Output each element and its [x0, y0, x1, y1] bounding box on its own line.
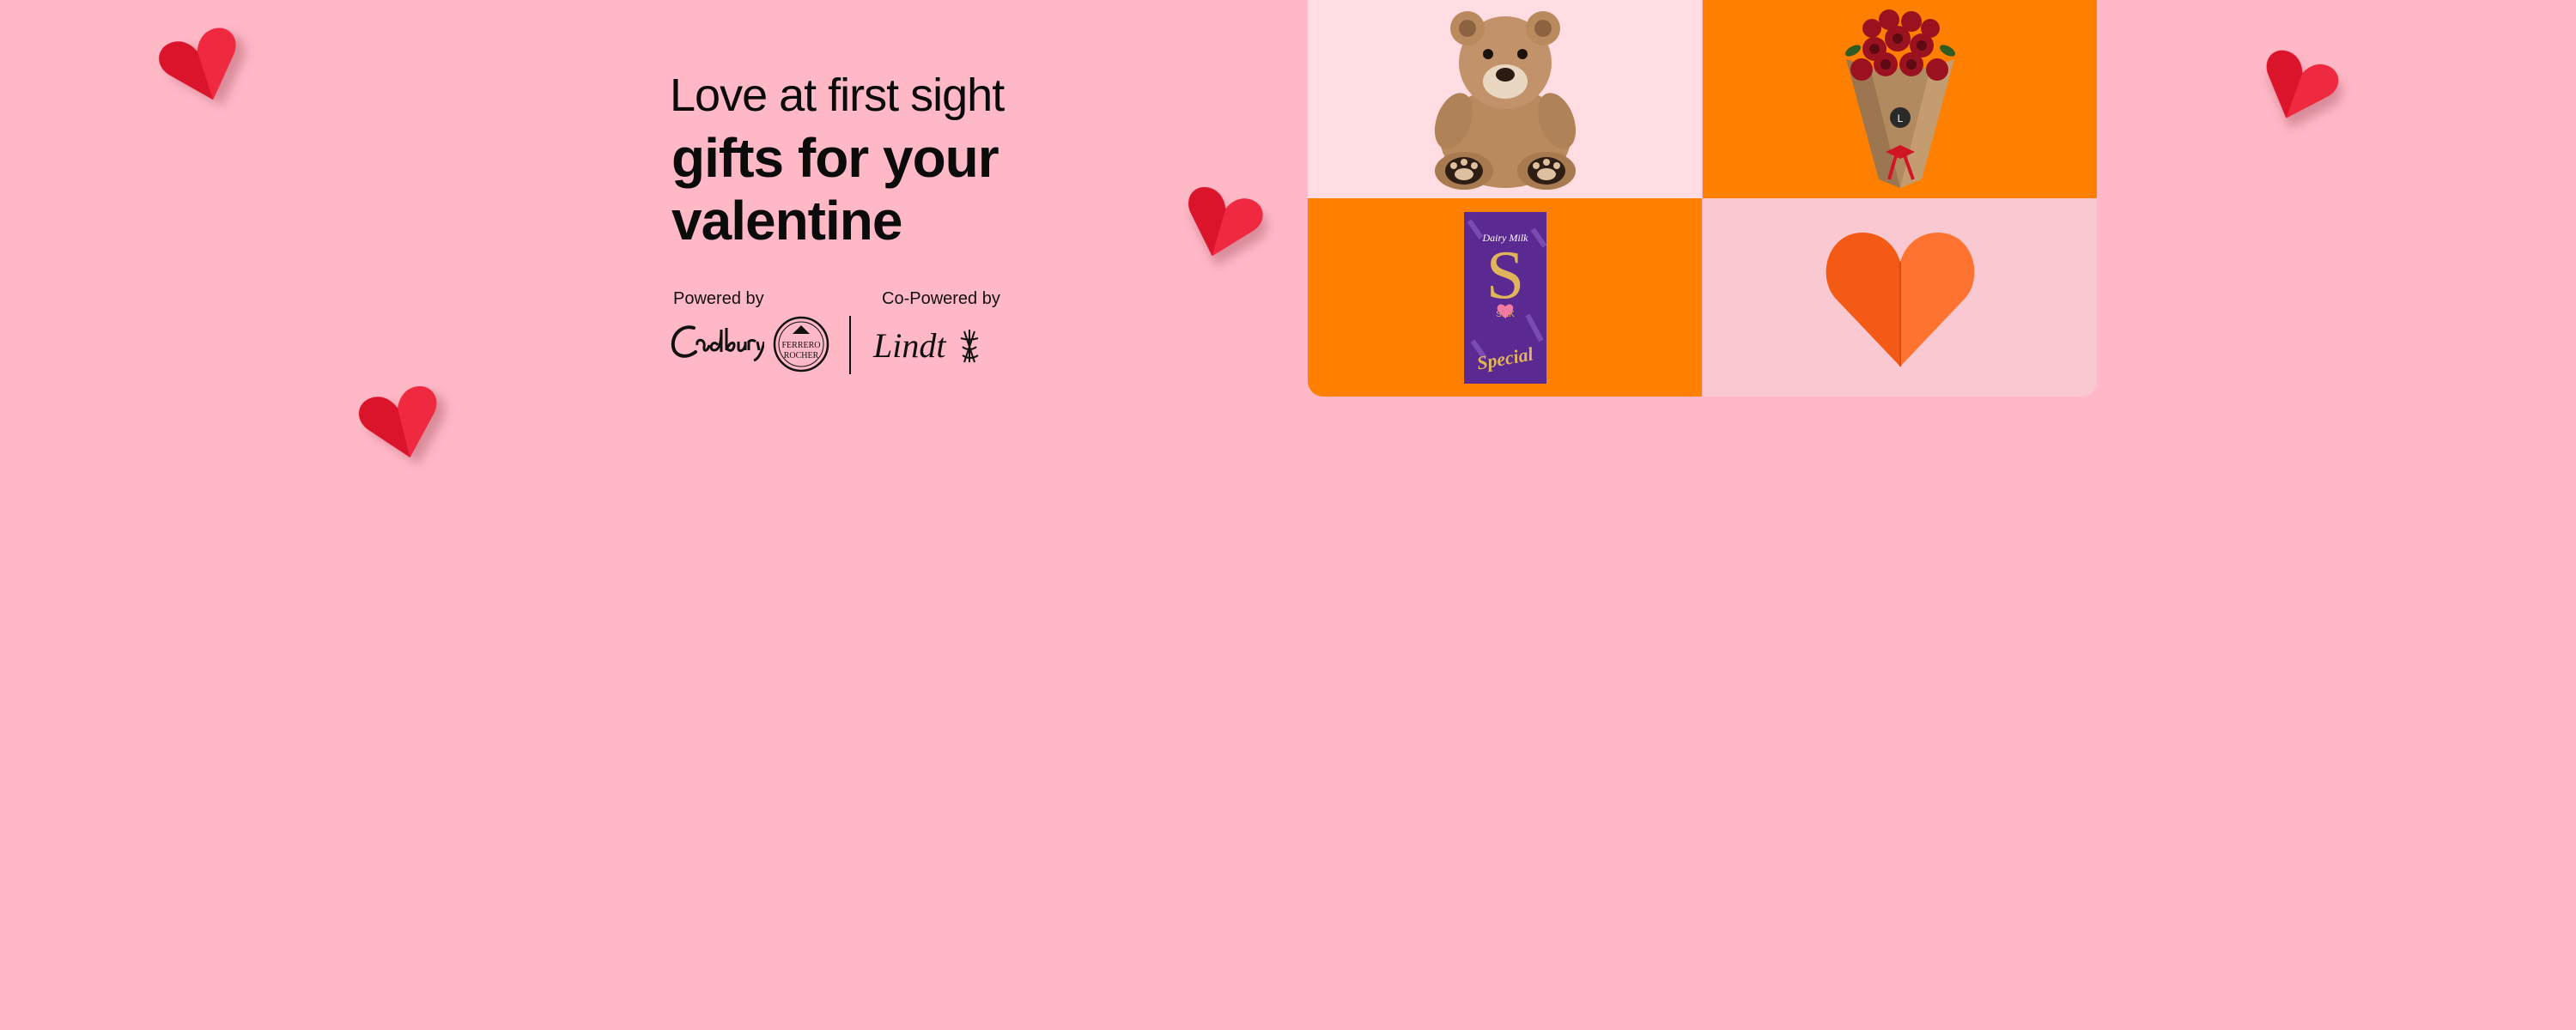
decor-heart-icon	[159, 27, 244, 105]
svg-text:ROCHER: ROCHER	[784, 351, 819, 360]
svg-text:L: L	[1897, 112, 1903, 124]
chocolate-bar-image: Dairy Milk S SILK Special	[1463, 211, 1546, 384]
tile-rose-bouquet[interactable]: L	[1703, 0, 2097, 198]
svg-text:Lindt: Lindt	[872, 326, 946, 365]
teddy-bear-image	[1434, 10, 1576, 190]
orange-heart-icon	[1826, 232, 1974, 367]
co-powered-by-label: Co-Powered by	[882, 289, 1000, 308]
tile-teddy-bear[interactable]	[1308, 0, 1702, 198]
powered-by-label: Powered by	[673, 289, 764, 308]
brand-divider	[849, 316, 851, 374]
tile-chocolate[interactable]: Dairy Milk S SILK Special	[1308, 198, 1702, 397]
svg-text:S: S	[1485, 238, 1524, 313]
decor-heart-icon	[1182, 187, 1263, 261]
tile-paper-heart[interactable]	[1703, 198, 2097, 397]
ferrero-rocher-logo: FERRERO ROCHER	[772, 315, 830, 378]
decor-heart-icon	[359, 386, 443, 462]
rose-bouquet-image: L	[1844, 9, 1955, 188]
headline-light: Love at first sight	[670, 70, 1005, 121]
svg-text:FERRERO: FERRERO	[781, 341, 820, 350]
lindt-logo: Lindt	[872, 324, 987, 372]
product-grid: L Dairy Milk S SILK Special	[1308, 0, 2097, 397]
headline-bold: gifts for your valentine	[671, 127, 999, 251]
decor-heart-icon	[2258, 50, 2339, 124]
banner-headline: Love at first sight gifts for your valen…	[670, 67, 1066, 252]
cadbury-logo	[670, 319, 766, 368]
